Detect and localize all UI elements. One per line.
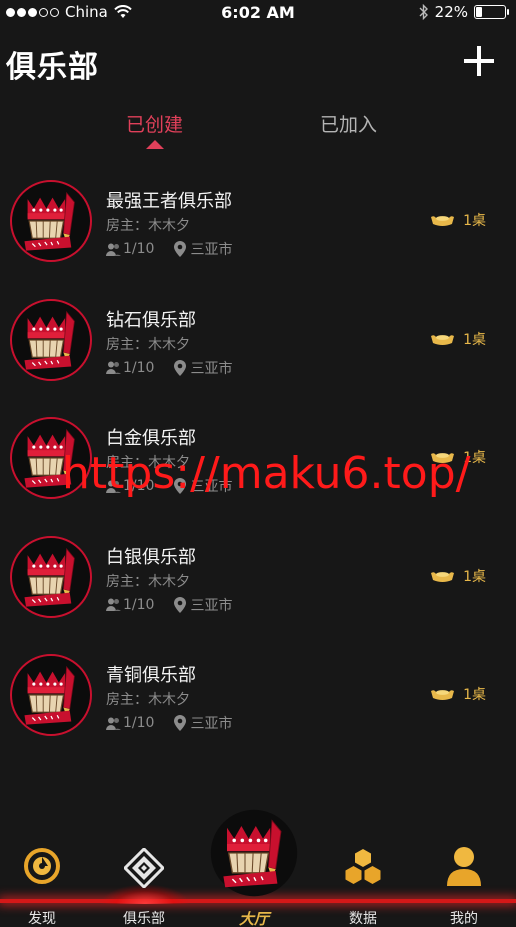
nav-item-hall[interactable]: 大厅	[204, 812, 304, 927]
nav-label-discover: 发现	[28, 911, 56, 927]
members-icon	[106, 598, 121, 611]
gold-ingot-icon	[431, 571, 455, 582]
status-bar: China 6:02 AM 22%	[0, 0, 516, 26]
club-member-count: 1/10	[123, 359, 155, 376]
club-list-item[interactable]: 钻石俱乐部 房主：木木夕 1/10 三亚市 1桌	[0, 289, 516, 408]
user-icon	[447, 847, 481, 886]
nav-item-data[interactable]: 数据	[313, 812, 413, 927]
club-member-count: 1/10	[123, 596, 155, 613]
hexagons-icon	[345, 849, 381, 884]
active-tab-indicator	[146, 140, 164, 149]
club-city: 三亚市	[190, 242, 233, 258]
nav-label-club: 俱乐部	[123, 911, 165, 927]
club-tables: 1桌	[463, 213, 486, 229]
club-avatar	[10, 298, 92, 381]
add-club-button[interactable]	[464, 46, 494, 76]
club-avatar	[10, 535, 92, 618]
nav-label-data: 数据	[349, 911, 377, 927]
crazy-crown-logo	[12, 538, 90, 616]
club-city: 三亚市	[190, 360, 233, 377]
battery-icon	[474, 5, 509, 19]
club-member-count: 1/10	[123, 241, 155, 257]
club-name: 白金俱乐部	[106, 428, 196, 449]
club-owner: 房主：木木夕	[106, 336, 190, 353]
club-owner: 房主：木木夕	[106, 573, 190, 590]
crazy-crown-logo	[12, 182, 90, 260]
tab-joined[interactable]: 已加入	[320, 110, 377, 137]
tab-created[interactable]: 已创建	[126, 110, 183, 137]
club-table-count: 1桌	[430, 329, 486, 349]
target-icon	[24, 848, 60, 884]
nav-label-hall: 大厅	[238, 910, 269, 927]
nav-item-club[interactable]: 俱乐部	[94, 812, 194, 927]
club-meta: 1/10 三亚市	[106, 358, 232, 378]
nav-item-profile[interactable]: 我的	[414, 812, 514, 927]
club-name: 钻石俱乐部	[106, 309, 196, 331]
location-pin-icon	[174, 241, 187, 257]
club-owner: 房主：木木夕	[106, 218, 190, 234]
nav-label-profile: 我的	[450, 911, 478, 927]
club-table-count: 1桌	[430, 566, 486, 586]
club-name: 最强王者俱乐部	[106, 191, 232, 212]
club-meta: 1/10 三亚市	[106, 595, 232, 615]
status-right: 22%	[419, 3, 509, 21]
club-avatar	[10, 654, 92, 736]
crazy-crown-logo	[12, 656, 90, 734]
bluetooth-icon	[419, 4, 428, 20]
gold-ingot-icon	[431, 334, 455, 345]
club-owner: 房主：木木夕	[106, 692, 190, 708]
page-title: 俱乐部	[6, 50, 99, 85]
location-pin-icon	[174, 359, 187, 376]
club-list-item[interactable]: 青铜俱乐部 房主：木木夕 1/10 三亚市 1桌	[0, 644, 516, 763]
club-name: 白银俱乐部	[106, 546, 196, 568]
club-table-count: 1桌	[430, 210, 486, 230]
diamond-emblem-icon	[124, 848, 164, 888]
members-icon	[106, 361, 121, 374]
members-icon	[106, 717, 121, 730]
crazy-crown-logo	[209, 808, 299, 898]
members-icon	[106, 243, 121, 256]
club-tables: 1桌	[463, 568, 486, 585]
club-name: 青铜俱乐部	[106, 665, 196, 686]
gold-ingot-icon	[431, 216, 455, 226]
club-tables: 1桌	[463, 687, 486, 703]
club-avatar	[10, 180, 92, 262]
club-tables: 1桌	[463, 331, 486, 348]
location-pin-icon	[174, 596, 187, 613]
club-meta: 1/10 三亚市	[106, 239, 232, 259]
battery-percent: 22%	[434, 3, 468, 21]
bottom-nav: 发现 俱乐部 大厅 数据 我的	[0, 812, 516, 927]
club-list-item[interactable]: 最强王者俱乐部 房主：木木夕 1/10 三亚市 1桌	[0, 170, 516, 289]
club-city: 三亚市	[190, 597, 233, 614]
location-pin-icon	[174, 715, 187, 731]
club-meta: 1/10 三亚市	[106, 713, 232, 733]
gold-ingot-icon	[431, 690, 455, 700]
club-member-count: 1/10	[123, 715, 155, 731]
club-table-count: 1桌	[430, 684, 486, 704]
club-city: 三亚市	[190, 716, 233, 732]
nav-item-discover[interactable]: 发现	[0, 812, 92, 927]
crazy-crown-logo	[12, 301, 90, 379]
watermark-url: https://maku6.top/	[62, 448, 471, 499]
club-list-item[interactable]: 白银俱乐部 房主：木木夕 1/10 三亚市 1桌	[0, 526, 516, 645]
